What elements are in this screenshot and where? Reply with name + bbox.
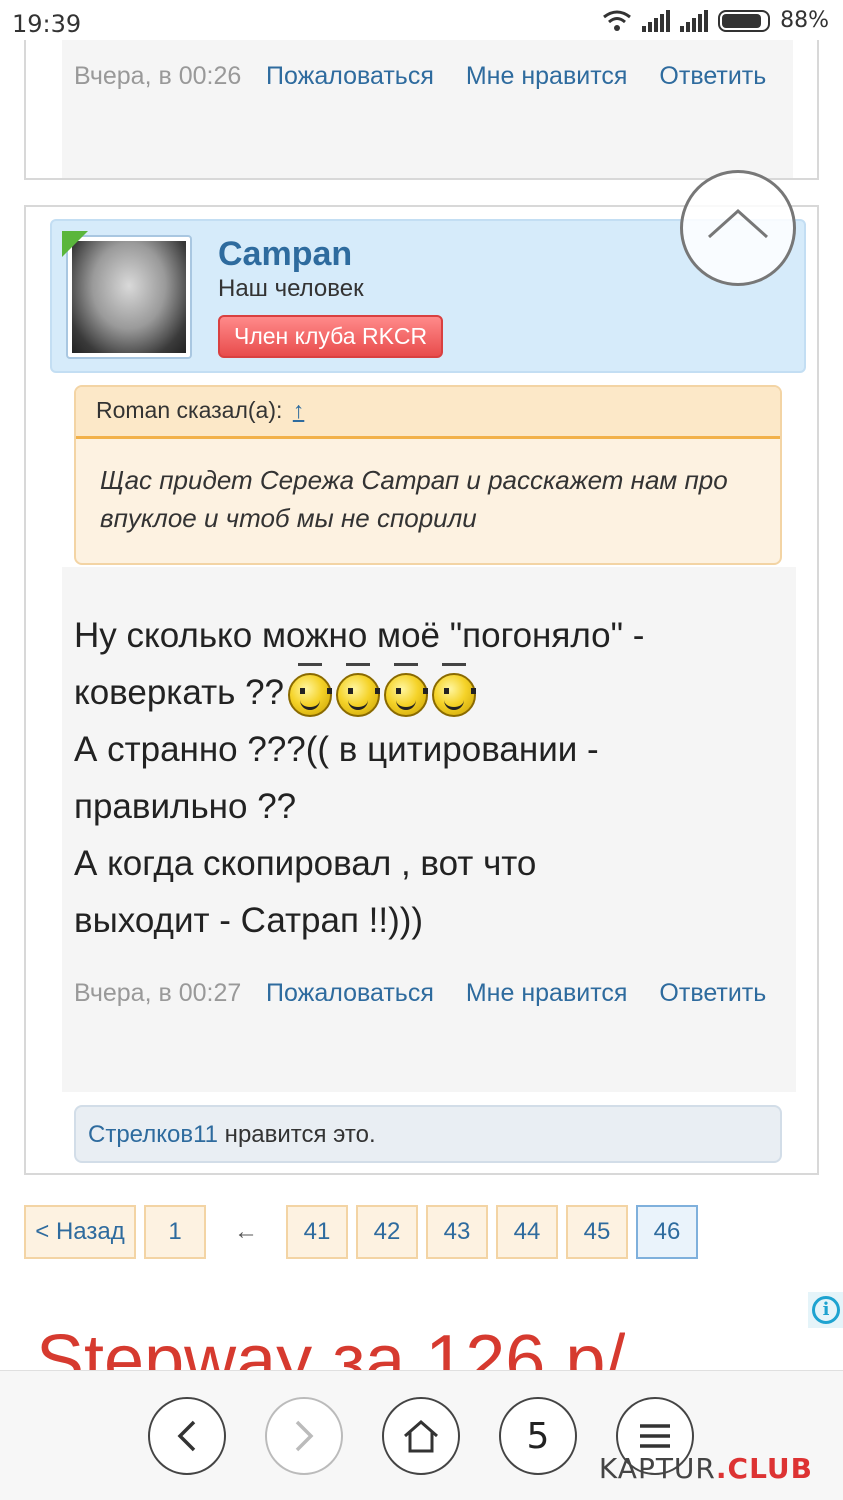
quote-jump-link[interactable]: ↑: [293, 397, 305, 423]
message-line: выходит - Сатрап !!))): [74, 901, 424, 940]
ad-banner[interactable]: Stepway за 126 р/: [36, 1320, 625, 1370]
chevron-up-icon: [707, 208, 769, 239]
likes-summary: Стрелков11 нравится это.: [74, 1105, 782, 1163]
signal-icon: [642, 9, 671, 32]
likes-text: нравится это.: [218, 1121, 376, 1148]
previous-post: Вчера, в 00:26 Пожаловаться Мне нравится…: [24, 40, 819, 180]
liker-link[interactable]: Стрелков11: [88, 1121, 218, 1148]
forum-post: Campan Наш человек Член клуба RKCR Roman…: [24, 205, 819, 1175]
reply-link[interactable]: Ответить: [659, 979, 766, 1008]
pagination-prev-button[interactable]: < Назад: [24, 1205, 136, 1259]
pagination-page[interactable]: 45: [566, 1205, 628, 1259]
tabs-button[interactable]: 5: [499, 1397, 577, 1475]
tabs-count: 5: [526, 1415, 550, 1457]
watermark-brand: KAPTUR: [598, 1452, 716, 1485]
post-date: Вчера, в 00:26: [74, 62, 242, 90]
message-line-with-smileys: коверкать ??: [74, 662, 764, 721]
previous-post-meta: Вчера, в 00:26 Пожаловаться Мне нравится…: [74, 62, 766, 91]
status-icons: 88%: [602, 8, 829, 33]
avatar-image: [72, 241, 186, 353]
post-message: Ну сколько можно моё "погоняло" - коверк…: [74, 607, 764, 949]
info-icon: i: [812, 1296, 840, 1324]
smiley-icon: [432, 662, 476, 717]
pagination-page[interactable]: 41: [286, 1205, 348, 1259]
like-link[interactable]: Мне нравится: [466, 979, 628, 1008]
watermark-suffix: .CLUB: [715, 1452, 813, 1485]
report-link[interactable]: Пожаловаться: [266, 979, 434, 1008]
watermark: KAPTUR.CLUB: [599, 1452, 813, 1485]
smiley-icon: [288, 662, 332, 717]
pagination-page[interactable]: 44: [496, 1205, 558, 1259]
clock: 19:39: [12, 10, 82, 38]
pagination-page-current[interactable]: 46: [636, 1205, 698, 1259]
signal-icon-2: [680, 9, 709, 32]
message-line: А странно ???(( в цитировании -: [74, 730, 599, 769]
wifi-icon: [603, 10, 632, 31]
message-line: Ну сколько можно моё "погоняло" -: [74, 616, 645, 655]
message-line: правильно ??: [74, 787, 297, 826]
message-line: А когда скопировал , вот что: [74, 844, 537, 883]
report-link[interactable]: Пожаловаться: [266, 62, 434, 91]
back-button[interactable]: [148, 1397, 226, 1475]
quote-header: Roman сказал(а): ↑: [76, 387, 780, 439]
reply-link[interactable]: Ответить: [659, 62, 766, 91]
message-line: коверкать ??: [74, 673, 284, 712]
chevron-left-icon: [177, 1420, 196, 1452]
menu-icon: [640, 1424, 670, 1448]
chevron-right-icon: [295, 1420, 314, 1452]
quote-block: Roman сказал(а): ↑ Щас придет Сережа Сат…: [74, 385, 782, 565]
pagination-page[interactable]: 42: [356, 1205, 418, 1259]
home-button[interactable]: [382, 1397, 460, 1475]
pagination-separator: ←: [234, 1218, 258, 1245]
post-meta: Вчера, в 00:27 Пожаловаться Мне нравится…: [74, 979, 766, 1008]
quote-author: Roman сказал(а):: [96, 397, 283, 423]
previous-post-body: [62, 40, 793, 178]
smiley-icon: [336, 662, 380, 717]
home-icon: [404, 1420, 438, 1453]
user-badge: Член клуба RKCR: [218, 315, 444, 358]
forward-button[interactable]: [265, 1397, 343, 1475]
pagination-page-first[interactable]: 1: [144, 1205, 206, 1259]
pagination-page[interactable]: 43: [426, 1205, 488, 1259]
battery-icon: [718, 9, 771, 32]
user-title: Наш человек: [218, 275, 364, 302]
battery-percent: 88%: [780, 8, 829, 33]
quote-text: Щас придет Сережа Сатрап и расскажет нам…: [100, 465, 728, 533]
like-link[interactable]: Мне нравится: [466, 62, 628, 91]
username[interactable]: Campan: [218, 235, 352, 274]
online-indicator-icon: [62, 231, 88, 257]
pagination: < Назад 1 ← 41 42 43 44 45 46: [24, 1205, 698, 1259]
ad-info-button[interactable]: i: [808, 1292, 843, 1328]
smiley-icon: [384, 662, 428, 717]
scroll-to-top-button[interactable]: [680, 170, 796, 286]
post-date: Вчера, в 00:27: [74, 979, 242, 1007]
